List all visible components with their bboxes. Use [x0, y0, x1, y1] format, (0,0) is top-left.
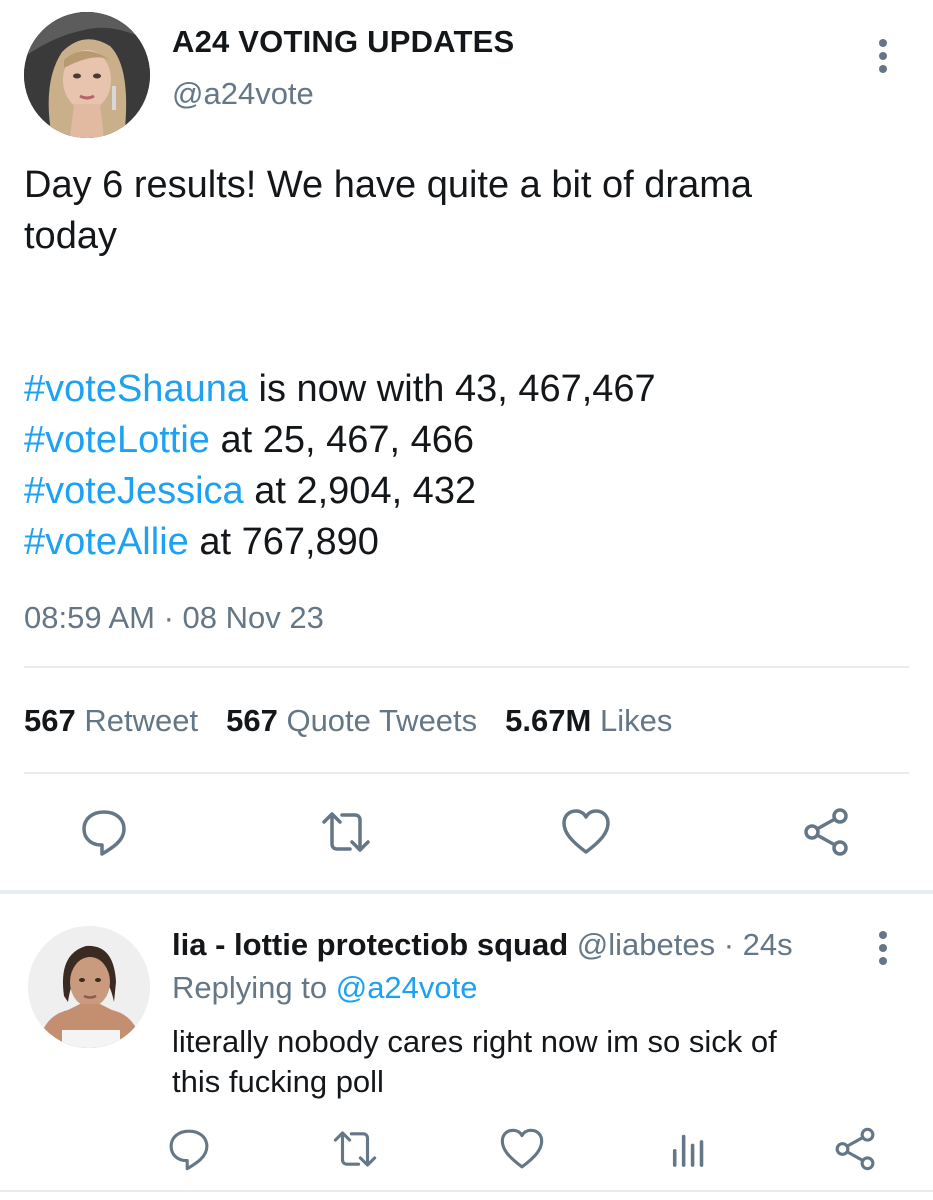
result-text: is now with 43, 467,467 [247, 368, 656, 410]
replying-to-label: Replying to [172, 970, 328, 1005]
likes-stat[interactable]: 5.67M Likes [505, 703, 672, 739]
hashtag-link[interactable]: #voteLottie [24, 419, 210, 461]
reply-icon[interactable] [76, 804, 132, 860]
reply-author-handle[interactable]: @liabetes [577, 927, 715, 962]
separator-dot: · [723, 927, 735, 962]
reply-author-avatar[interactable] [28, 926, 150, 1048]
author-handle[interactable]: @a24vote [172, 76, 314, 112]
retweets-count: 567 [24, 703, 76, 738]
retweet-icon[interactable] [330, 1124, 380, 1174]
result-text: at 767,890 [188, 521, 379, 563]
quotes-stat[interactable]: 567 Quote Tweets [226, 703, 477, 739]
reply-icon[interactable] [164, 1124, 214, 1174]
section-separator [0, 890, 933, 894]
likes-label: Likes [599, 703, 673, 738]
reply-body: literally nobody cares right now im so s… [172, 1022, 872, 1102]
reply-more-options-icon[interactable] [868, 928, 898, 968]
result-line-allie: #voteAllie at 767,890 [24, 517, 904, 568]
replying-to: Replying to @a24vote [172, 970, 478, 1006]
divider [24, 772, 909, 774]
replying-to-mention[interactable]: @a24vote [336, 970, 478, 1005]
tweet-stats: 567 Retweet 567 Quote Tweets 5.67M Likes [24, 703, 700, 739]
share-icon[interactable] [830, 1124, 880, 1174]
more-options-icon[interactable] [868, 36, 898, 76]
result-line-shauna: #voteShauna is now with 43, 467,467 [24, 364, 904, 415]
hashtag-link[interactable]: #voteAllie [24, 521, 189, 563]
hashtag-link[interactable]: #voteShauna [24, 368, 248, 410]
quotes-label: Quote Tweets [286, 703, 478, 738]
likes-count: 5.67M [505, 703, 592, 738]
tweet-text-line: Day 6 results! We have quite a bit of dr… [24, 164, 752, 206]
retweets-stat[interactable]: 567 Retweet [24, 703, 198, 739]
result-text: at 25, 467, 466 [209, 419, 475, 461]
like-icon[interactable] [558, 804, 614, 860]
reply-author-display-name[interactable]: lia - lottie protectiob squad [172, 927, 568, 962]
result-line-lottie: #voteLottie at 25, 467, 466 [24, 415, 904, 466]
quotes-count: 567 [226, 703, 278, 738]
like-icon[interactable] [497, 1124, 547, 1174]
header-separator: · [715, 927, 743, 962]
tweet-text-line: today [24, 215, 117, 257]
tweet-body: Day 6 results! We have quite a bit of dr… [24, 160, 904, 568]
divider [24, 666, 909, 668]
divider [0, 1190, 933, 1192]
author-avatar[interactable] [24, 12, 150, 138]
hashtag-link[interactable]: #voteJessica [24, 470, 244, 512]
result-text: at 2,904, 432 [243, 470, 477, 512]
analytics-icon[interactable] [664, 1124, 714, 1174]
retweet-icon[interactable] [318, 804, 374, 860]
tweet-timestamp[interactable]: 08:59 AM · 08 Nov 23 [24, 600, 324, 636]
reply-header: lia - lottie protectiob squad @liabetes … [172, 927, 793, 963]
reply-text-line: literally nobody cares right now im so s… [172, 1024, 777, 1059]
retweets-label: Retweet [84, 703, 199, 738]
result-line-jessica: #voteJessica at 2,904, 432 [24, 466, 904, 517]
reply-time[interactable]: 24s [743, 927, 793, 962]
reply-text-line: this fucking poll [172, 1064, 384, 1099]
share-icon[interactable] [798, 804, 854, 860]
author-display-name[interactable]: A24 VOTING UPDATES [172, 24, 514, 60]
